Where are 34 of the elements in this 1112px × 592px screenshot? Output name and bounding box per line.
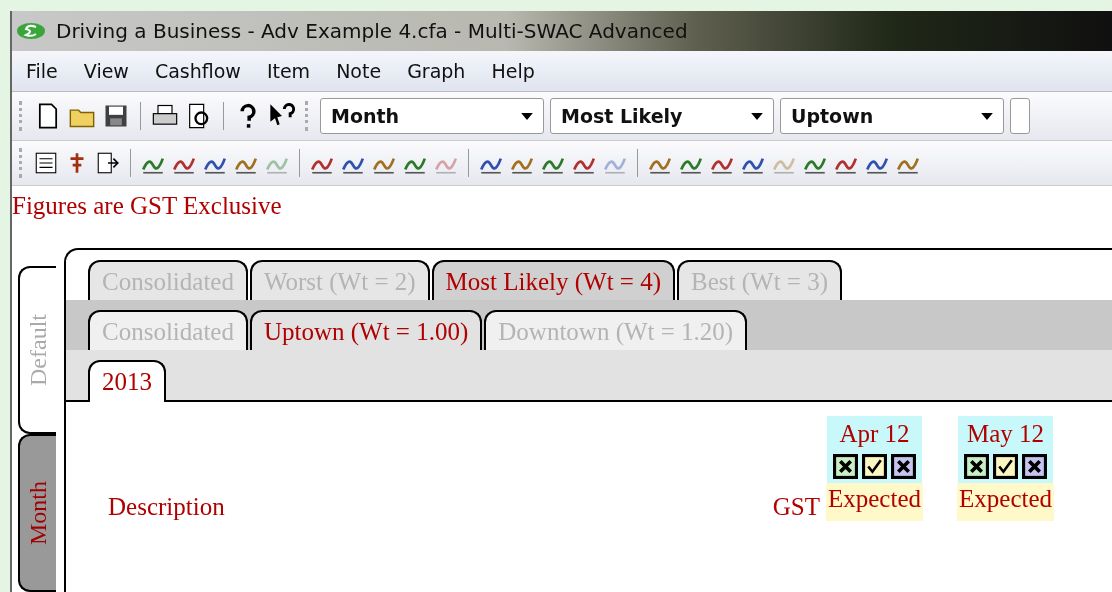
tab[interactable]: Most Likely (Wt = 4) — [431, 260, 676, 300]
caret-icon — [521, 112, 533, 120]
menu-item[interactable]: Help — [491, 60, 535, 82]
menu-item[interactable]: File — [26, 60, 58, 82]
dropdown[interactable] — [1010, 98, 1030, 134]
checkmark-checkbox[interactable] — [862, 454, 887, 479]
caret-icon — [751, 112, 763, 120]
column-status: Expected — [957, 483, 1055, 521]
tab[interactable]: Uptown (Wt = 1.00) — [249, 310, 483, 350]
list-icon[interactable] — [33, 150, 59, 176]
column-header: GST — [772, 493, 820, 520]
period-label: May 12 — [966, 420, 1045, 448]
checkmark-checkbox[interactable] — [993, 454, 1018, 479]
period-label: Apr 12 — [839, 420, 910, 448]
notice-text: Figures are GST Exclusive — [12, 191, 283, 221]
cross-checkbox[interactable] — [891, 454, 916, 479]
export-icon[interactable] — [95, 150, 121, 176]
menu-item[interactable]: Item — [266, 60, 311, 82]
dropdown[interactable]: Month — [320, 98, 544, 134]
cross-checkbox[interactable] — [964, 454, 989, 479]
dropdown[interactable]: Uptown — [780, 98, 1004, 134]
dropdown[interactable]: Most Likely — [550, 98, 774, 134]
column-status: Expected — [826, 483, 923, 521]
caret-icon — [981, 112, 993, 120]
menu-item[interactable]: Graph — [407, 60, 466, 82]
cross-checkbox[interactable] — [1022, 454, 1047, 479]
tab[interactable]: 2013 — [88, 360, 166, 402]
menu-item[interactable]: Cashflow — [154, 60, 241, 82]
app-logo-icon — [16, 21, 46, 41]
column-header: Description — [108, 493, 225, 520]
menu-item[interactable]: Note — [336, 60, 382, 82]
window-title: Driving a Business - Adv Example 4.cfa - Multi-SWAC Advanced — [56, 19, 688, 43]
menu-item[interactable]: View — [83, 60, 129, 82]
cross-checkbox[interactable] — [833, 454, 858, 479]
